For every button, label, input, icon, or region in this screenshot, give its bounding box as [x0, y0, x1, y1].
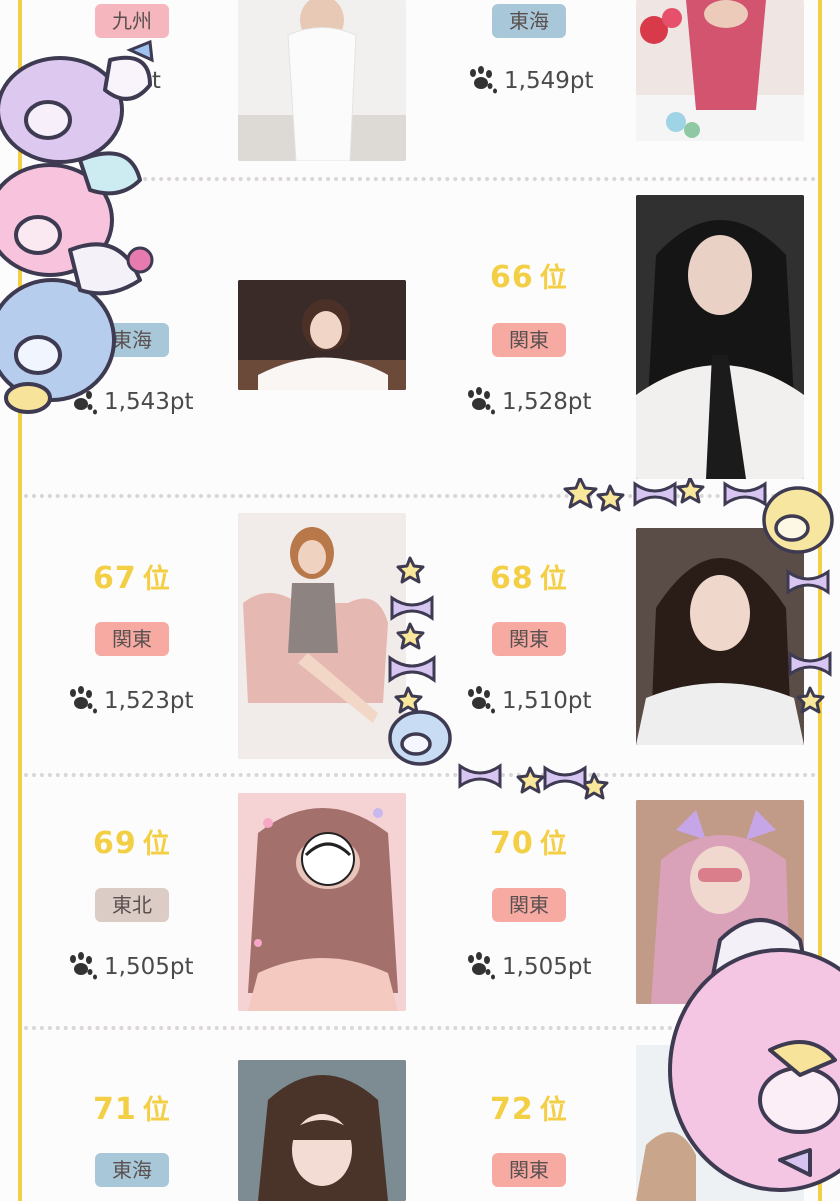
star-sticker	[388, 478, 834, 800]
region-badge: 関東	[492, 323, 566, 357]
region-badge: 関東	[492, 888, 566, 922]
rank-label: 72 位	[490, 1092, 568, 1127]
points-value: 1,505pt	[464, 952, 591, 982]
points-value: 1,528pt	[464, 387, 591, 417]
points-value: 1,549pt	[466, 66, 593, 96]
region-badge: 東北	[95, 888, 169, 922]
paw-icon	[468, 952, 495, 980]
region-badge: 東海	[492, 4, 566, 38]
pink-dress-photo[interactable]	[636, 0, 804, 141]
rank-label: 71 位	[93, 1092, 171, 1127]
rank-label: 69 位	[93, 826, 171, 861]
region-badge: 東海	[95, 1153, 169, 1187]
rank-label: 66 位	[490, 260, 568, 295]
penguin-sticker	[668, 918, 840, 1192]
rank-label: 67 位	[93, 561, 171, 596]
paw-icon	[470, 66, 497, 94]
penguin-sticker	[0, 39, 154, 414]
paw-icon	[70, 686, 97, 714]
pink-sticker-photo[interactable]	[238, 793, 406, 1011]
region-badge: 関東	[492, 1153, 566, 1187]
points-value: 1,505pt	[66, 952, 193, 982]
white-dress-photo[interactable]	[238, 0, 406, 161]
region-badge: 関東	[95, 622, 169, 656]
tie-selfie-photo[interactable]	[636, 195, 804, 479]
points-value: 1,523pt	[66, 686, 193, 716]
bangs-photo[interactable]	[238, 1060, 406, 1201]
dark-room-photo[interactable]	[238, 280, 406, 390]
rank-label: 70 位	[490, 826, 568, 861]
paw-icon	[468, 387, 495, 415]
paw-icon	[70, 952, 97, 980]
